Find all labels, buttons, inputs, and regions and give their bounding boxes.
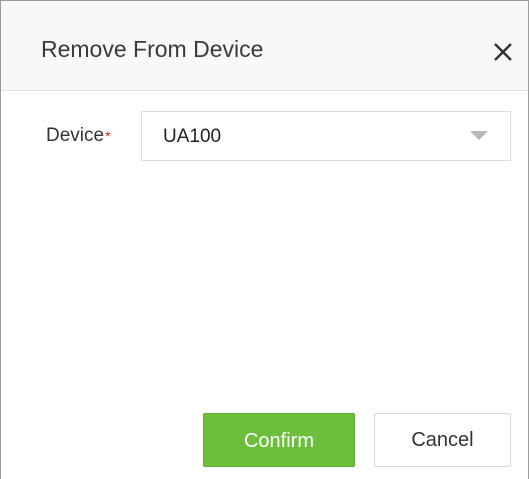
- dialog-header: Remove From Device: [1, 1, 528, 91]
- device-select-value: UA100: [163, 126, 222, 147]
- device-label: Device*: [46, 125, 111, 147]
- chevron-down-icon: [470, 131, 488, 140]
- dialog-title: Remove From Device: [41, 36, 264, 62]
- device-select[interactable]: UA100: [141, 111, 511, 161]
- device-form-row: Device* UA100: [1, 111, 528, 161]
- close-button[interactable]: [488, 37, 518, 67]
- required-marker: *: [105, 128, 111, 144]
- confirm-button[interactable]: Confirm: [203, 413, 355, 467]
- cancel-button[interactable]: Cancel: [374, 413, 511, 467]
- remove-from-device-dialog: Remove From Device Device* UA100 Confirm…: [0, 0, 529, 479]
- close-icon: [494, 43, 512, 61]
- device-label-text: Device: [46, 125, 105, 146]
